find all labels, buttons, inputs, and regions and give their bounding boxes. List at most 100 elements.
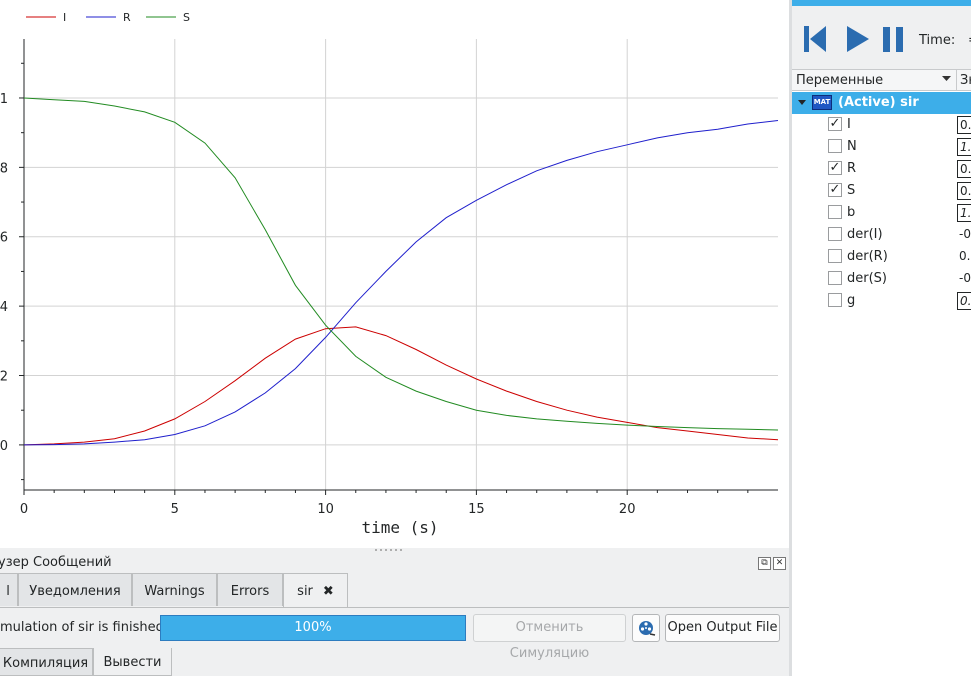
variable-name: der(I) bbox=[847, 227, 883, 242]
legend-label-R: R bbox=[123, 11, 131, 24]
messages-browser-header: узер Сообщений ⧉ ✕ bbox=[0, 553, 790, 573]
tab-errors[interactable]: Errors bbox=[217, 573, 283, 606]
y-tick-label: 8 bbox=[0, 161, 8, 176]
variable-row[interactable]: b 1. bbox=[792, 202, 971, 224]
legend-label-S: S bbox=[183, 11, 190, 24]
variable-value: -0 bbox=[959, 271, 971, 285]
play-icon[interactable] bbox=[844, 24, 870, 54]
tab-sir[interactable]: sir ✖ bbox=[283, 573, 348, 608]
mat-file-icon: MAT bbox=[812, 95, 832, 110]
variable-value[interactable]: 0. bbox=[957, 160, 971, 178]
column-separator bbox=[956, 70, 957, 92]
panel-title-bar bbox=[792, 0, 971, 6]
tab-label: Errors bbox=[230, 584, 270, 599]
y-tick-label: 0 bbox=[0, 439, 8, 454]
messages-browser-title: узер Сообщений bbox=[0, 555, 112, 570]
tab-label: Вывести bbox=[103, 655, 162, 670]
variable-row[interactable]: der(S) -0 bbox=[792, 268, 971, 290]
plot-series bbox=[23, 97, 779, 446]
variable-value[interactable]: 0. bbox=[957, 182, 971, 200]
tab-label: Компиляция bbox=[2, 656, 89, 671]
variables-browser: Time: = Переменные Зн MAT (Active) sir ✓… bbox=[792, 0, 971, 676]
variable-checkbox[interactable] bbox=[828, 139, 842, 153]
tab-warnings[interactable]: Warnings bbox=[132, 573, 217, 606]
variable-name: R bbox=[847, 161, 857, 176]
rewind-icon[interactable] bbox=[802, 24, 828, 54]
progress-bar: 100% bbox=[160, 615, 466, 641]
variable-value[interactable]: 0. bbox=[957, 116, 971, 134]
x-tick-label: 15 bbox=[468, 502, 485, 517]
variable-row[interactable]: der(R) 0. bbox=[792, 246, 971, 268]
variable-row[interactable]: ✓ S 0. bbox=[792, 180, 971, 202]
series-line-S bbox=[23, 97, 779, 431]
variable-name: S bbox=[847, 183, 856, 198]
tab-label: sir bbox=[297, 584, 313, 599]
tab-all[interactable]: l bbox=[0, 573, 18, 606]
variable-row[interactable]: N 1. bbox=[792, 136, 971, 158]
variable-value: -0 bbox=[959, 227, 971, 241]
tab-output[interactable]: Вывести bbox=[93, 648, 172, 676]
variable-checkbox[interactable] bbox=[828, 227, 842, 241]
button-label: Open Output File bbox=[667, 620, 778, 635]
plot-area[interactable]: 0 5 10 15 20 1 8 6 4 2 0 IRS time (s) bbox=[0, 0, 790, 548]
float-window-icon[interactable]: ⧉ bbox=[758, 557, 771, 570]
x-tick-label: 0 bbox=[20, 502, 28, 517]
y-tick-label: 2 bbox=[0, 370, 8, 385]
simulation-plot[interactable]: 0 5 10 15 20186420 IRS time (s) bbox=[0, 0, 790, 548]
close-tab-icon[interactable]: ✖ bbox=[323, 584, 334, 599]
variable-row[interactable]: ✓ I 0. bbox=[792, 114, 971, 136]
legend-label-I: I bbox=[63, 11, 66, 24]
dropdown-arrow-icon[interactable] bbox=[942, 76, 951, 82]
open-output-file-button[interactable]: Open Output File bbox=[665, 614, 780, 642]
variable-name: I bbox=[847, 117, 851, 132]
variable-checkbox[interactable] bbox=[828, 271, 842, 285]
variables-tree: MAT (Active) sir ✓ I 0. N 1. ✓ R 0. ✓ S 0. b 1. … bbox=[792, 91, 971, 676]
y-tick-label: 1 bbox=[0, 92, 8, 107]
close-window-icon[interactable]: ✕ bbox=[773, 557, 786, 570]
variable-row[interactable]: g 0. bbox=[792, 290, 971, 312]
variable-name: g bbox=[847, 293, 856, 308]
simulation-status-row: mulation of sir is finished. 100% Отмени… bbox=[0, 608, 790, 661]
variable-name: b bbox=[847, 205, 856, 220]
variable-name: der(R) bbox=[847, 249, 888, 264]
variable-checkbox[interactable] bbox=[828, 249, 842, 263]
variable-checkbox[interactable]: ✓ bbox=[828, 117, 842, 131]
variable-row[interactable]: der(I) -0 bbox=[792, 224, 971, 246]
messages-tabbar: l Уведомления Warnings Errors sir ✖ bbox=[0, 573, 790, 608]
variable-value[interactable]: 1. bbox=[957, 204, 971, 222]
variable-checkbox[interactable] bbox=[828, 293, 842, 307]
expand-arrow-icon[interactable] bbox=[798, 100, 806, 106]
variable-value[interactable]: 1. bbox=[957, 138, 971, 156]
variable-checkbox[interactable]: ✓ bbox=[828, 183, 842, 197]
progress-label: 100% bbox=[294, 620, 332, 635]
tab-notifications[interactable]: Уведомления bbox=[18, 573, 132, 606]
variable-name: N bbox=[847, 139, 857, 154]
variable-row[interactable]: ✓ R 0. bbox=[792, 158, 971, 180]
tab-label: Уведомления bbox=[29, 584, 121, 599]
variable-value[interactable]: 0. bbox=[957, 292, 971, 310]
plot-grid bbox=[24, 39, 778, 490]
status-text: mulation of sir is finished. bbox=[0, 620, 168, 635]
x-tick-label: 20 bbox=[619, 502, 636, 517]
variable-value: 0. bbox=[959, 249, 971, 263]
pause-icon[interactable] bbox=[881, 24, 907, 54]
x-axis-label: time (s) bbox=[361, 518, 438, 537]
cancel-simulation-button[interactable]: Отменить Симуляцию bbox=[473, 614, 626, 661]
tab-label: l bbox=[6, 584, 10, 599]
time-label: Time: bbox=[919, 33, 956, 48]
variable-checkbox[interactable]: ✓ bbox=[828, 161, 842, 175]
tab-label: Warnings bbox=[144, 584, 205, 599]
value-header-label: Зн bbox=[960, 73, 971, 88]
output-tabbar: Компиляция Вывести bbox=[0, 648, 790, 676]
tree-root-sir[interactable]: MAT (Active) sir bbox=[792, 92, 971, 114]
reel-button[interactable] bbox=[632, 614, 660, 642]
variable-checkbox[interactable] bbox=[828, 205, 842, 219]
y-tick-label: 4 bbox=[0, 300, 8, 315]
tab-compilation[interactable]: Компиляция bbox=[0, 648, 93, 676]
film-reel-icon bbox=[639, 621, 656, 636]
variable-name: der(S) bbox=[847, 271, 887, 286]
splitter-handle[interactable] bbox=[373, 548, 403, 552]
plot-legend: IRS bbox=[26, 11, 190, 24]
x-tick-label: 5 bbox=[171, 502, 179, 517]
variables-column-header[interactable]: Переменные Зн bbox=[792, 69, 971, 92]
